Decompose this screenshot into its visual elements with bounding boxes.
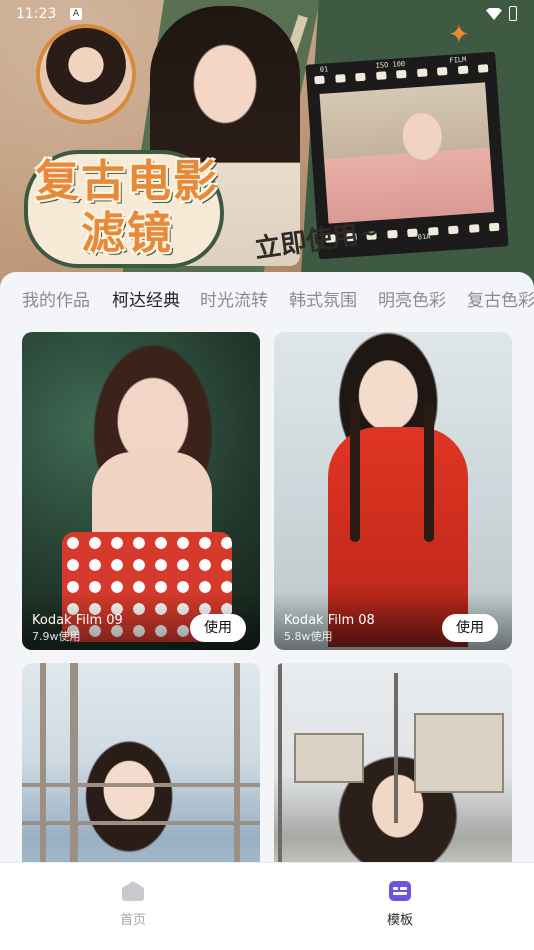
- banner-title: 复古电影 滤镜: [32, 156, 222, 260]
- tab-korean-vibe[interactable]: 韩式氛围: [289, 286, 357, 311]
- tab-my-works[interactable]: 我的作品: [22, 286, 90, 311]
- film-label-film: FILM: [449, 55, 467, 65]
- use-template-button[interactable]: 使用: [190, 614, 246, 642]
- film-photo: [319, 82, 495, 224]
- film-label-iso: ISO 100: [375, 59, 406, 70]
- status-bar: 11:23 A: [0, 0, 534, 30]
- bottom-navigation: 首页 模板: [0, 862, 534, 950]
- nav-home-label: 首页: [119, 913, 146, 928]
- template-card[interactable]: Kodak Film 08 5.8w使用 使用: [274, 332, 512, 650]
- category-tabs: 我的作品 柯达经典 时光流转 韩式氛围 明亮色彩 复古色彩: [0, 282, 534, 322]
- template-card[interactable]: Kodak Film 09 7.9w使用 使用: [22, 332, 260, 650]
- use-template-button[interactable]: 使用: [442, 614, 498, 642]
- template-usage-count: 7.9w使用: [32, 630, 81, 643]
- template-title: Kodak Film 08: [284, 613, 375, 628]
- banner-title-line1: 复古电影: [35, 156, 219, 207]
- notification-a-icon: A: [70, 8, 82, 20]
- tab-bright-colors[interactable]: 明亮色彩: [378, 286, 446, 311]
- film-label-number: 01: [319, 65, 329, 74]
- nav-templates[interactable]: 模板: [360, 881, 440, 928]
- battery-icon: [509, 6, 517, 21]
- banner-portrait-circle: [36, 24, 136, 124]
- nav-templates-label: 模板: [386, 913, 413, 928]
- banner-title-line2: 滤镜: [81, 208, 173, 259]
- status-time: 11:23: [16, 6, 57, 22]
- tab-time-flow[interactable]: 时光流转: [200, 286, 268, 311]
- wifi-icon: [486, 8, 502, 20]
- app-screen: 01 ISO 100 FILM 01A ✦ 复古电影 滤镜 立即使用~ 11:2…: [0, 0, 534, 950]
- template-title: Kodak Film 09: [32, 613, 123, 628]
- nav-home[interactable]: 首页: [93, 881, 173, 928]
- promo-banner[interactable]: 01 ISO 100 FILM 01A ✦ 复古电影 滤镜 立即使用~: [0, 0, 534, 290]
- tab-retro-colors[interactable]: 复古色彩: [467, 286, 534, 311]
- template-usage-count: 5.8w使用: [284, 630, 333, 643]
- tab-kodak-classic[interactable]: 柯达经典: [112, 286, 180, 311]
- home-icon: [122, 881, 144, 901]
- template-icon: [389, 881, 411, 901]
